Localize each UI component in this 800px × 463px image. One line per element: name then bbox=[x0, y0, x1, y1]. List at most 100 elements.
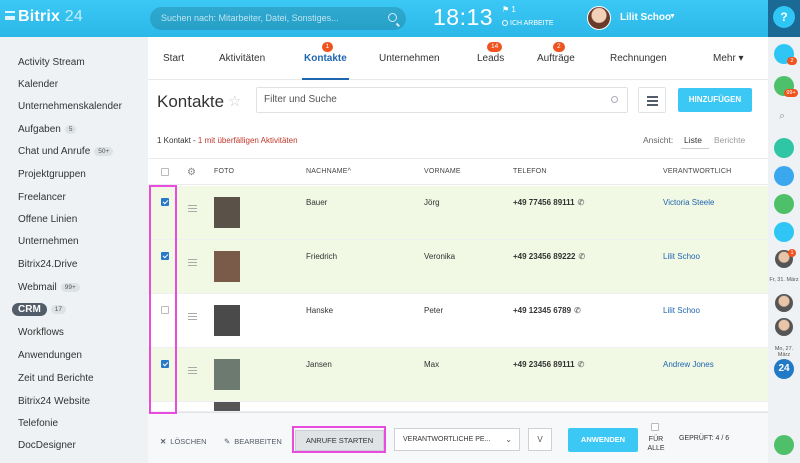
menu-icon[interactable] bbox=[5, 11, 15, 20]
recent-chat-avatar[interactable] bbox=[775, 294, 793, 312]
help-button[interactable]: ? bbox=[768, 0, 800, 37]
sidebar-item[interactable]: DocDesigner bbox=[18, 440, 76, 451]
tab[interactable]: Unternehmen bbox=[379, 53, 440, 64]
select-all-checkbox[interactable] bbox=[161, 168, 169, 176]
list-settings-button[interactable] bbox=[638, 87, 666, 113]
sidebar-item[interactable]: Kalender bbox=[18, 79, 58, 90]
sidebar-item[interactable]: Aufgaben 5 bbox=[18, 124, 77, 135]
sidebar-item[interactable]: Bitrix24 Website bbox=[18, 396, 90, 407]
view-reports-tab[interactable]: Berichte bbox=[714, 135, 745, 145]
sidebar-item[interactable]: Zeit und Berichte bbox=[18, 373, 94, 384]
phone-icon[interactable]: ✆ bbox=[578, 198, 585, 207]
drag-handle-icon[interactable] bbox=[188, 313, 197, 320]
table-row[interactable]: Hanske Peter +49 12345 6789 ✆ Lilit Schoo bbox=[148, 294, 768, 348]
contact-photo[interactable] bbox=[214, 305, 240, 336]
drag-handle-icon[interactable] bbox=[188, 205, 197, 212]
phone-cell[interactable]: +49 23456 89222 ✆ bbox=[513, 252, 585, 261]
announcement-icon[interactable] bbox=[774, 222, 794, 242]
flag-icon[interactable]: ⚑ 1 bbox=[502, 5, 516, 14]
edit-button[interactable]: ✎ BEARBEITEN bbox=[224, 437, 282, 446]
search-icon[interactable]: ⌕ bbox=[779, 110, 785, 123]
sidebar-item[interactable]: Webmail 99+ bbox=[18, 282, 80, 293]
delete-button[interactable]: ✕ LÖSCHEN bbox=[160, 437, 207, 446]
sidebar-item[interactable]: CRM 17 bbox=[12, 303, 67, 316]
bitrix24-app-icon[interactable]: 24 bbox=[774, 359, 794, 379]
sidebar-item[interactable]: Activity Stream bbox=[18, 57, 85, 68]
sidebar-item[interactable]: Workflows bbox=[18, 327, 64, 338]
sidebar-item[interactable]: Chat und Anrufe 50+ bbox=[18, 146, 114, 157]
sidebar-item[interactable]: Projektgruppen bbox=[18, 169, 86, 180]
drag-handle-icon[interactable] bbox=[188, 367, 197, 374]
secondary-select[interactable]: V bbox=[528, 428, 552, 451]
responsible-select[interactable]: VERANTWORTLICHE PE... ⌄ bbox=[394, 428, 520, 451]
phone-icon[interactable]: ✆ bbox=[574, 306, 581, 315]
lastname-cell[interactable]: Jansen bbox=[306, 360, 332, 369]
tab[interactable]: Start bbox=[163, 53, 184, 64]
contact-photo[interactable] bbox=[214, 197, 240, 228]
apply-button[interactable]: ANWENDEN bbox=[568, 428, 638, 452]
phone-icon[interactable] bbox=[774, 138, 794, 158]
lock-icon[interactable] bbox=[774, 194, 794, 214]
recent-chat-avatar[interactable] bbox=[775, 318, 793, 336]
tab[interactable]: Kontakte bbox=[304, 53, 347, 64]
owner-link[interactable]: Lilit Schoo bbox=[663, 306, 700, 315]
logo[interactable]: Bitrix 24 bbox=[18, 8, 83, 26]
list-icon bbox=[647, 104, 658, 106]
view-list-tab[interactable]: Liste bbox=[684, 135, 702, 145]
gear-icon[interactable]: ⚙ bbox=[187, 167, 196, 178]
header-lastname[interactable]: NACHNAME^ bbox=[306, 168, 351, 175]
call-icon[interactable] bbox=[774, 435, 794, 455]
header-owner[interactable]: VERANTWORTLICH bbox=[663, 168, 731, 175]
telephony-icon[interactable] bbox=[774, 166, 794, 186]
tab[interactable]: Aufträge bbox=[537, 53, 575, 64]
phone-cell[interactable]: +49 23456 89111 ✆ bbox=[513, 360, 584, 369]
chevron-down-icon[interactable]: ▼ bbox=[669, 13, 676, 20]
add-button[interactable]: HINZUFÜGEN bbox=[678, 88, 752, 112]
contact-photo[interactable] bbox=[214, 251, 240, 282]
filter-search-input[interactable]: Filter und Suche bbox=[256, 87, 628, 113]
lastname-cell[interactable]: Friedrich bbox=[306, 252, 337, 261]
sidebar-item[interactable]: Telefonie bbox=[18, 418, 58, 429]
table-row[interactable]: Jansen Max +49 23456 89111 ✆ Andrew Jones bbox=[148, 348, 768, 402]
sidebar-item[interactable]: Offene Linien bbox=[18, 214, 77, 225]
avatar[interactable] bbox=[587, 6, 611, 30]
star-icon[interactable]: ☆ bbox=[228, 92, 241, 110]
phone-icon[interactable]: ✆ bbox=[579, 252, 586, 261]
owner-link[interactable]: Andrew Jones bbox=[663, 360, 714, 369]
sidebar-item-label: Bitrix24 Website bbox=[18, 396, 91, 407]
owner-link[interactable]: Victoria Steele bbox=[663, 198, 714, 207]
contact-photo[interactable] bbox=[214, 359, 240, 390]
sidebar-item[interactable]: Unternehmen bbox=[18, 236, 79, 247]
header-photo: FOTO bbox=[214, 168, 235, 175]
owner-link[interactable]: Lilit Schoo bbox=[663, 252, 700, 261]
tab[interactable]: Rechnungen bbox=[610, 53, 667, 64]
clock[interactable]: 18:13 bbox=[433, 4, 493, 31]
phone-cell[interactable]: +49 77456 89111 ✆ bbox=[513, 198, 584, 207]
sidebar-item[interactable]: Anwendungen bbox=[18, 350, 82, 361]
sidebar-item[interactable]: Unternehmenskalender bbox=[18, 101, 122, 112]
table-row[interactable]: Friedrich Veronika +49 23456 89222 ✆ Lilit S… bbox=[148, 240, 768, 294]
drag-handle-icon[interactable] bbox=[188, 259, 197, 266]
header-phone[interactable]: TELEFON bbox=[513, 168, 547, 175]
sidebar-item-label: Kalender bbox=[18, 79, 59, 90]
tab[interactable]: Mehr ▾ bbox=[713, 53, 744, 64]
header-firstname[interactable]: VORNAME bbox=[424, 168, 461, 175]
sidebar-item[interactable]: Freelancer bbox=[18, 192, 66, 203]
phone-icon[interactable]: ✆ bbox=[578, 360, 585, 369]
for-all-checkbox[interactable] bbox=[651, 423, 659, 431]
table-row[interactable]: Bauer Jörg +49 77456 89111 ✆ Victoria Steele bbox=[148, 186, 768, 240]
lastname-cell[interactable]: Hanske bbox=[306, 306, 333, 315]
logo-text: Bitrix bbox=[18, 8, 61, 25]
user-name[interactable]: Lilit Schoo bbox=[620, 12, 671, 23]
chat-badge: 1 bbox=[788, 249, 796, 257]
work-status[interactable]: ICH ARBEITE bbox=[502, 20, 554, 27]
lastname-cell[interactable]: Bauer bbox=[306, 198, 327, 207]
tab[interactable]: Aktivitäten bbox=[219, 53, 265, 64]
global-search-input[interactable]: Suchen nach: Mitarbeiter, Datei, Sonstig… bbox=[150, 7, 406, 30]
tab[interactable]: Leads bbox=[477, 53, 504, 64]
chat-badge: 99+ bbox=[784, 89, 798, 97]
filter-placeholder: Filter und Suche bbox=[264, 94, 337, 105]
phone-cell[interactable]: +49 12345 6789 ✆ bbox=[513, 306, 581, 315]
overdue-link[interactable]: 1 mit überfälligen Aktivitäten bbox=[198, 136, 298, 145]
sidebar-item[interactable]: Bitrix24.Drive bbox=[18, 259, 77, 270]
